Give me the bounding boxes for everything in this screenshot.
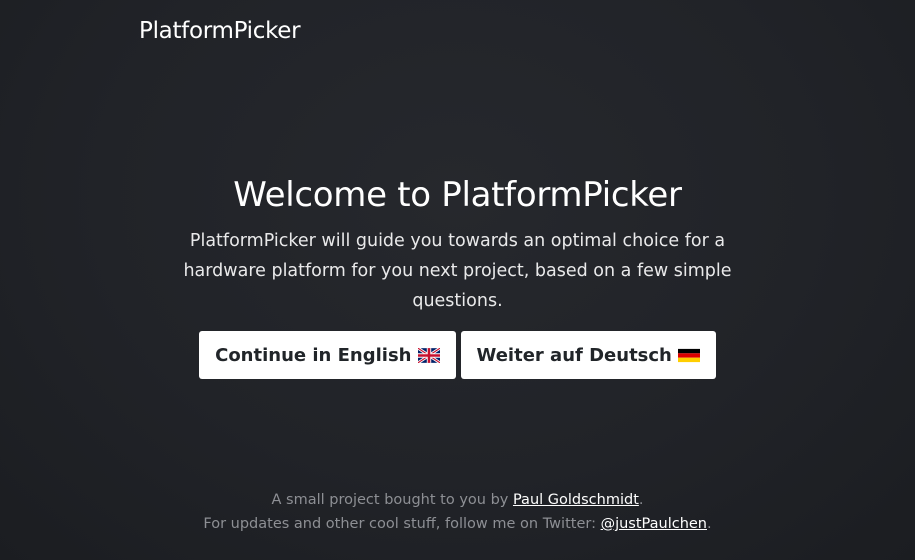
weiter-deutsch-label: Weiter auf Deutsch [476, 344, 672, 366]
brand-link[interactable]: PlatformPicker [139, 18, 301, 44]
language-buttons: Continue in English Weiter auf Deutsch [0, 331, 915, 379]
german-flag-icon [677, 348, 700, 362]
continue-english-button[interactable]: Continue in English [199, 331, 456, 379]
weiter-deutsch-button[interactable]: Weiter auf Deutsch [460, 331, 716, 379]
continue-english-label: Continue in English [215, 344, 412, 366]
footer-credit-prefix: A small project bought to you by [271, 492, 513, 508]
twitter-link[interactable]: @justPaulchen [601, 516, 707, 532]
footer-twitter-suffix: . [707, 516, 712, 532]
footer: A small project bought to you by Paul Go… [0, 488, 915, 536]
page-title: Welcome to PlatformPicker [233, 175, 682, 215]
footer-twitter-line: For updates and other cool stuff, follow… [0, 512, 915, 536]
author-link[interactable]: Paul Goldschmidt [513, 492, 639, 508]
uk-flag-icon [417, 347, 440, 363]
hero-description: PlatformPicker will guide you towards an… [183, 231, 732, 311]
footer-credit-line: A small project bought to you by Paul Go… [0, 488, 915, 512]
hero-section: Welcome to PlatformPicker PlatformPicker… [0, 172, 915, 379]
footer-credit-suffix: . [638, 492, 644, 508]
footer-twitter-prefix: For updates and other cool stuff, follow… [203, 516, 601, 532]
